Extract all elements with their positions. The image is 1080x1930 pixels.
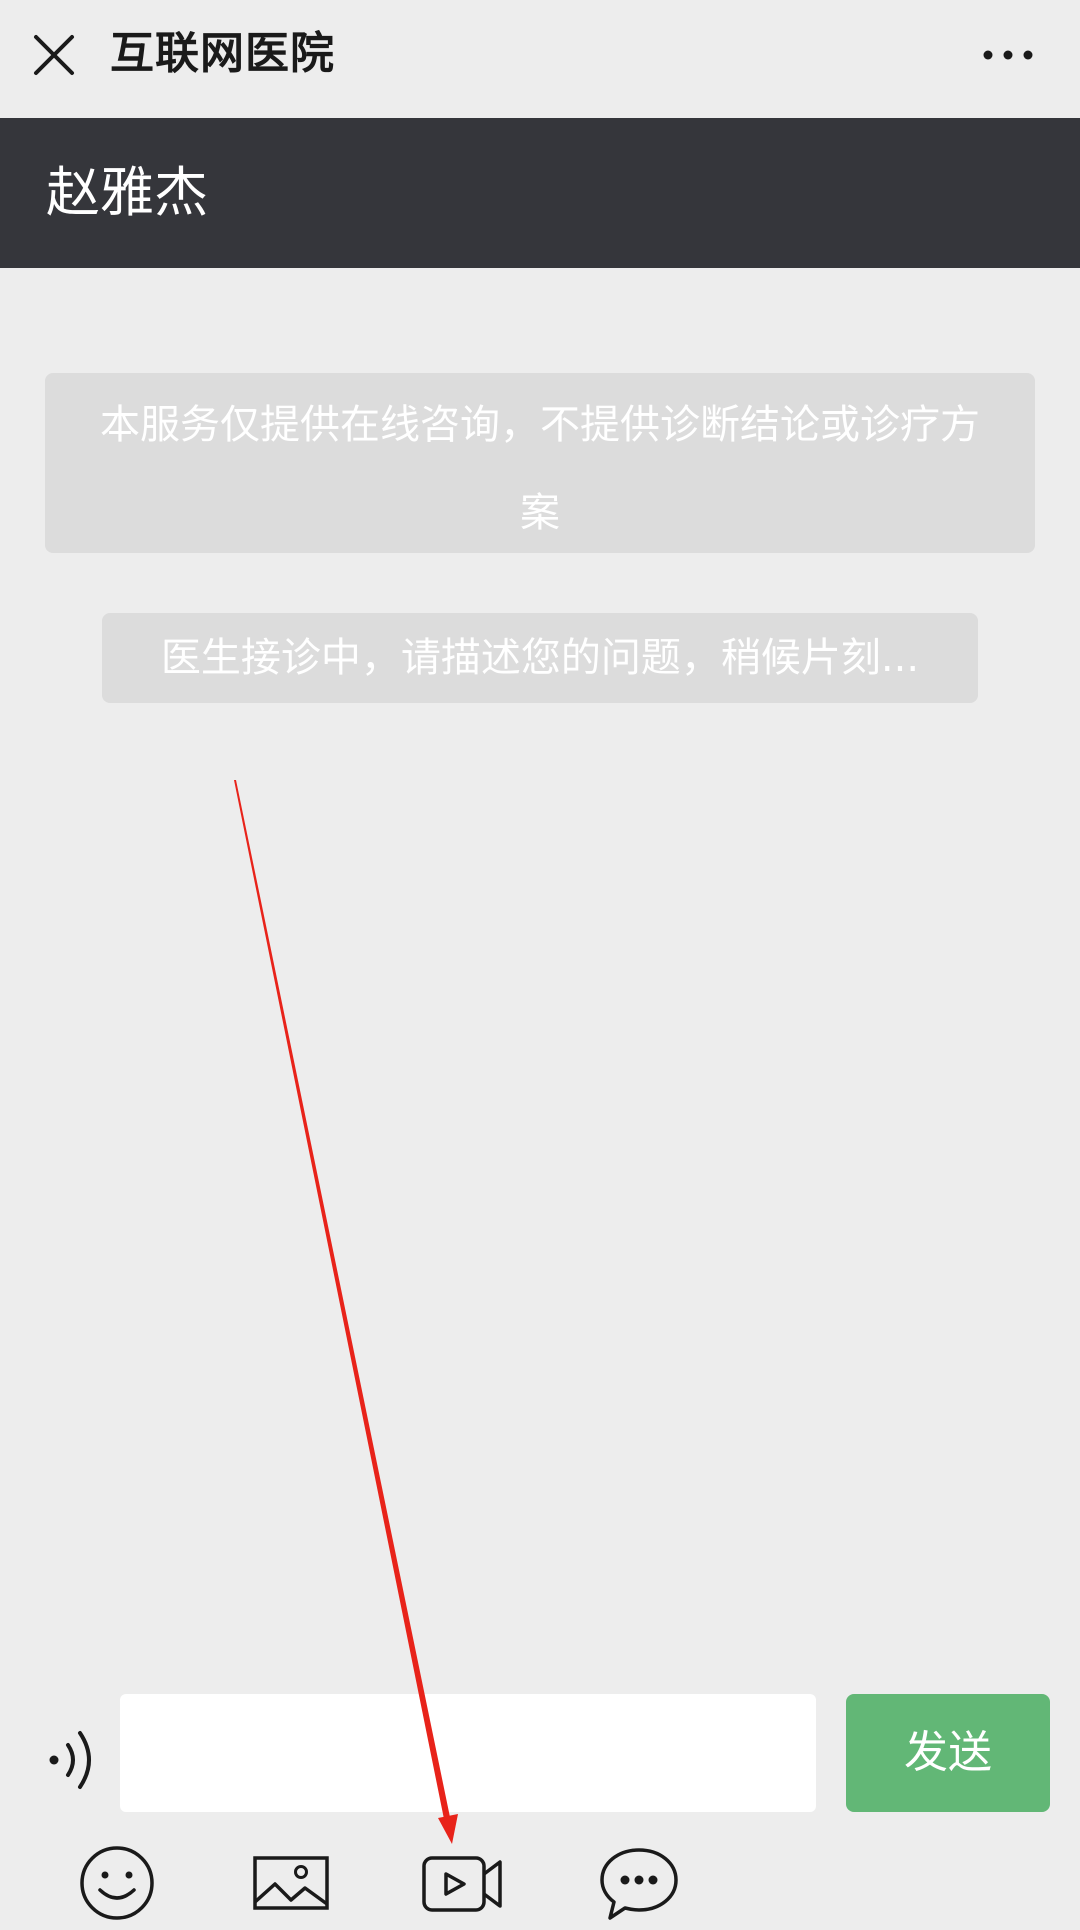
input-bar: 发送 [0, 1688, 1080, 1930]
doctor-header: 赵雅杰 [0, 118, 1080, 268]
service-notice: 本服务仅提供在线咨询，不提供诊断结论或诊疗方案 [45, 373, 1035, 553]
top-navigation-bar: 互联网医院 [0, 0, 1080, 118]
image-icon[interactable] [245, 1838, 335, 1928]
app-title: 互联网医院 [110, 28, 335, 79]
emoji-icon[interactable] [72, 1838, 162, 1928]
consult-status-message: 医生接诊中，请描述您的问题，稍候片刻... [102, 613, 978, 703]
doctor-name: 赵雅杰 [46, 161, 208, 224]
chat-bubble-icon[interactable] [594, 1838, 684, 1928]
more-icon[interactable] [976, 35, 1040, 75]
message-input[interactable] [120, 1694, 816, 1812]
video-call-icon[interactable] [418, 1838, 508, 1928]
chat-area: 本服务仅提供在线咨询，不提供诊断结论或诊疗方案 医生接诊中，请描述您的问题，稍候… [0, 268, 1080, 1688]
send-button[interactable]: 发送 [846, 1694, 1050, 1812]
close-icon[interactable] [28, 29, 80, 81]
voice-icon[interactable] [44, 1720, 104, 1800]
